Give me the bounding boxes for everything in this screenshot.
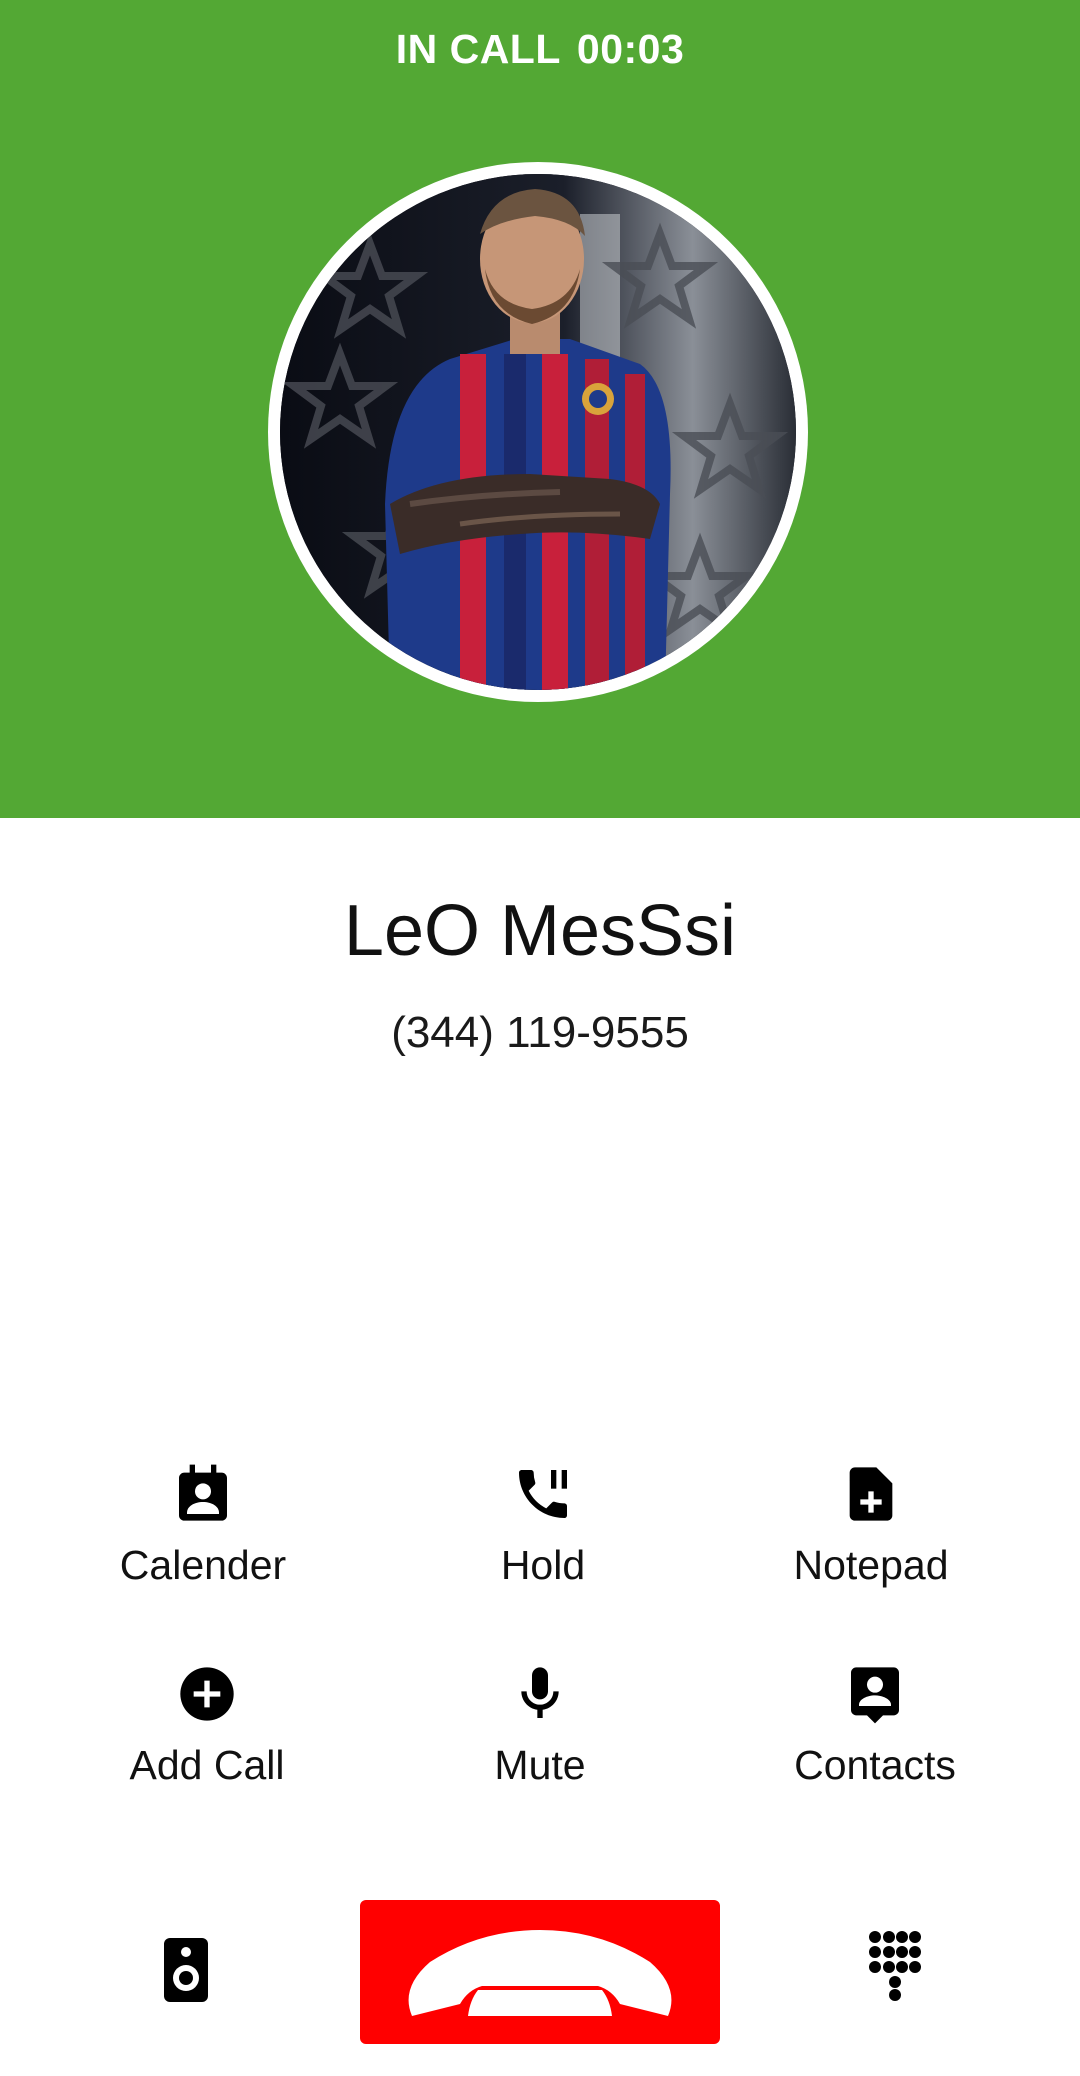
- contact-name: LeO MesSsi: [343, 891, 737, 971]
- add-call-label: Add Call: [129, 1742, 285, 1788]
- calendar-label: Calender: [119, 1542, 287, 1588]
- add-circle-icon: [180, 1667, 234, 1721]
- in-call-screen: IN CALL 00:03 LeO MesSsi (344) 119-9555 …: [0, 0, 1080, 2076]
- add-call-button[interactable]: Add Call: [67, 1662, 347, 1789]
- contact-number: (344) 119-9555: [391, 1008, 689, 1057]
- speaker-icon: [164, 1938, 208, 2002]
- end-call-icon: [408, 1930, 672, 2016]
- note-add-icon: [849, 1467, 893, 1521]
- call-status-label: IN CALL: [395, 26, 561, 72]
- calendar-button[interactable]: Calender: [63, 1462, 343, 1589]
- avatar-ring: [268, 162, 808, 702]
- mute-label: Mute: [494, 1742, 586, 1788]
- notepad-label: Notepad: [793, 1542, 949, 1588]
- end-call-button[interactable]: [360, 1900, 720, 2044]
- microphone-icon: [521, 1667, 559, 1718]
- call-timer: 00:03: [576, 26, 685, 72]
- calendar-contact-icon: [179, 1464, 227, 1521]
- hold-button[interactable]: Hold: [403, 1462, 683, 1589]
- hold-label: Hold: [500, 1542, 586, 1588]
- avatar-photo: [280, 174, 796, 690]
- mute-button[interactable]: Mute: [400, 1662, 680, 1789]
- call-status: IN CALL 00:03: [0, 26, 1080, 73]
- call-header: IN CALL 00:03: [0, 0, 1080, 818]
- dialpad-button[interactable]: [868, 1930, 922, 2002]
- contact-avatar: [280, 174, 796, 690]
- speaker-button[interactable]: [164, 1938, 208, 2002]
- notepad-button[interactable]: Notepad: [731, 1462, 1011, 1589]
- contacts-button[interactable]: Contacts: [735, 1662, 1015, 1789]
- phone-pause-icon: [519, 1470, 567, 1518]
- dialpad-icon: [869, 1931, 921, 2001]
- contacts-label: Contacts: [794, 1742, 956, 1788]
- contact-card-icon: [851, 1667, 899, 1724]
